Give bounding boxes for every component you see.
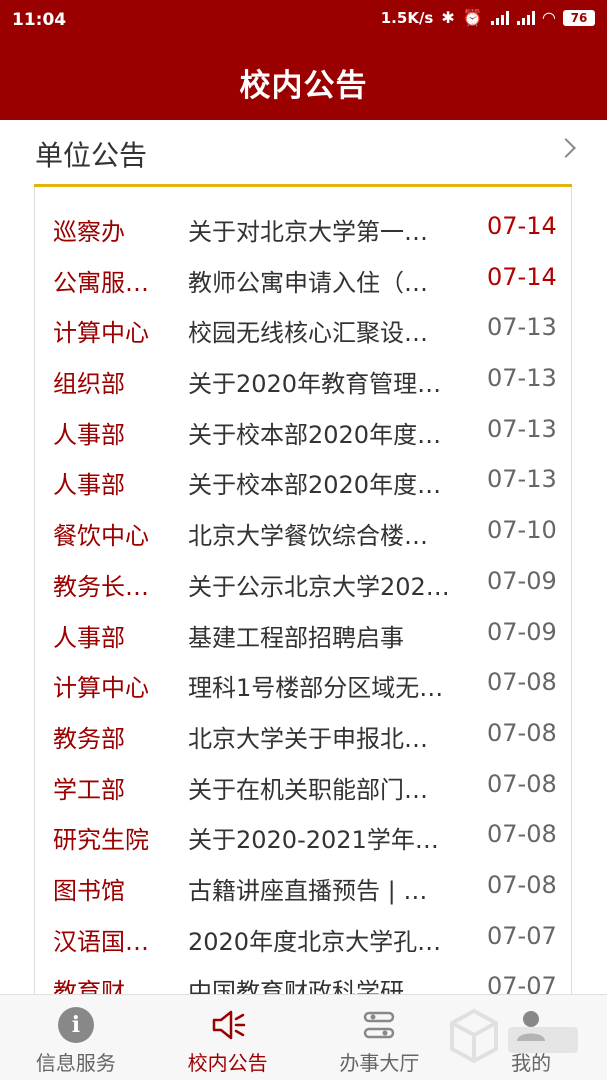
status-bar: 11:04 1.5K/s ✱ ⏰ ◠ 76 xyxy=(0,0,607,40)
announcement-title: 基建工程部招聘启事 xyxy=(188,623,404,652)
speaker-icon xyxy=(212,1010,245,1040)
section-header-unit-announcements[interactable]: 单位公告 xyxy=(0,120,607,186)
announcement-title: 关于对北京大学第一… xyxy=(188,218,428,246)
announcement-date: 07-08 xyxy=(487,769,557,798)
announcement-date: 07-09 xyxy=(487,617,557,646)
info-icon: i xyxy=(57,1007,94,1043)
announcement-dept: 研究生院 xyxy=(53,826,149,855)
announcement-title: 2020年度北京大学孔… xyxy=(188,927,442,956)
nav-service-hall[interactable]: 办事大厅 xyxy=(304,995,456,1080)
announcement-dept: 教务长… xyxy=(53,572,149,601)
network-speed: 1.5K/s xyxy=(380,9,434,27)
announcement-dept: 图书馆 xyxy=(53,876,125,905)
status-icons: 1.5K/s ✱ ⏰ ◠ 76 xyxy=(381,9,595,27)
announcement-title: 古籍讲座直播预告 | … xyxy=(188,876,428,905)
announcement-title: 北京大学餐饮综合楼… xyxy=(188,522,428,551)
announcement-date: 07-13 xyxy=(487,414,557,443)
announcement-row[interactable]: 人事部 基建工程部招聘启事 07-09 xyxy=(35,610,571,661)
announcement-row[interactable]: 计算中心 校园无线核心汇聚设… 07-13 xyxy=(35,305,571,356)
announcement-dept: 人事部 xyxy=(53,471,125,500)
announcement-row[interactable]: 图书馆 古籍讲座直播预告 | … 07-08 xyxy=(35,863,571,914)
announcement-row[interactable]: 研究生院 关于2020-2021学年… 07-08 xyxy=(35,812,571,863)
announcement-title: 北京大学关于申报北… xyxy=(188,724,428,753)
announcement-date: 07-10 xyxy=(487,516,557,545)
announcement-dept: 计算中心 xyxy=(53,319,149,348)
alarm-icon: ⏰ xyxy=(462,8,483,27)
nav-label: 办事大厅 xyxy=(339,1051,420,1075)
announcement-row[interactable]: 人事部 关于校本部2020年度… 07-13 xyxy=(35,457,571,508)
announcement-row[interactable]: 汉语国… 2020年度北京大学孔… 07-07 xyxy=(35,914,571,965)
section-title: 单位公告 xyxy=(35,139,148,172)
announcement-title: 理科1号楼部分区域无… xyxy=(188,674,444,703)
announcement-date: 07-08 xyxy=(487,718,557,747)
nav-info-services[interactable]: i 信息服务 xyxy=(0,995,152,1080)
announcement-title: 关于在机关职能部门… xyxy=(188,775,428,804)
announcement-title: 关于公示北京大学202… xyxy=(188,572,450,601)
battery-icon: 76 xyxy=(563,10,595,26)
announcement-title: 关于2020年教育管理… xyxy=(188,370,442,399)
announcement-title: 关于校本部2020年度… xyxy=(188,420,442,449)
announcement-date: 07-07 xyxy=(487,921,557,950)
announcement-dept: 教务部 xyxy=(53,724,125,753)
announcement-date: 07-13 xyxy=(487,465,557,494)
announcement-dept: 人事部 xyxy=(53,623,125,652)
page-title: 校内公告 xyxy=(239,68,368,104)
announcement-date: 07-13 xyxy=(487,313,557,342)
announcement-row[interactable]: 组织部 关于2020年教育管理… 07-13 xyxy=(35,356,571,407)
announcement-row[interactable]: 计算中心 理科1号楼部分区域无… 07-08 xyxy=(35,660,571,711)
announcement-row[interactable]: 教务部 北京大学关于申报北… 07-08 xyxy=(35,711,571,762)
nav-campus-announcements[interactable]: 校内公告 xyxy=(152,995,304,1080)
bluetooth-icon: ✱ xyxy=(441,8,455,27)
services-icon xyxy=(364,1011,395,1039)
app-header: 11:04 1.5K/s ✱ ⏰ ◠ 76 校内公告 xyxy=(0,0,607,120)
announcement-dept: 计算中心 xyxy=(53,674,149,703)
announcement-row[interactable]: 巡察办 关于对北京大学第一… 07-14 xyxy=(35,204,571,255)
announcement-date: 07-14 xyxy=(487,262,557,291)
announcement-row[interactable]: 学工部 关于在机关职能部门… 07-08 xyxy=(35,762,571,813)
announcement-row[interactable]: 公寓服… 教师公寓申请入住（… 07-14 xyxy=(35,255,571,306)
announcement-date: 07-08 xyxy=(487,820,557,849)
announcement-title: 关于校本部2020年度… xyxy=(188,471,442,500)
announcement-date: 07-08 xyxy=(487,668,557,697)
announcement-date: 07-09 xyxy=(487,566,557,595)
announcement-date: 07-14 xyxy=(487,212,557,240)
announcement-list-container: 巡察办 关于对北京大学第一… 07-14 公寓服… 教师公寓申请入住（… 07-14 计算中… xyxy=(34,187,572,1000)
announcement-date: 07-08 xyxy=(487,870,557,899)
announcement-dept: 汉语国… xyxy=(53,927,149,956)
announcement-list: 巡察办 关于对北京大学第一… 07-14 公寓服… 教师公寓申请入住（… 07-14 计算中… xyxy=(35,204,571,1000)
announcement-dept: 餐饮中心 xyxy=(53,522,149,551)
wifi-icon: ◠ xyxy=(542,8,555,27)
status-time: 11:04 xyxy=(12,10,67,30)
announcement-title: 校园无线核心汇聚设… xyxy=(188,319,428,348)
watermark-logo-icon xyxy=(450,1008,578,1064)
hd-signal-icon xyxy=(490,11,509,25)
announcement-title: 教师公寓申请入住（… xyxy=(188,268,428,297)
announcement-dept: 巡察办 xyxy=(53,218,125,246)
announcement-title: 关于2020-2021学年… xyxy=(188,826,439,855)
signal-icon xyxy=(516,11,535,25)
announcement-dept: 人事部 xyxy=(53,420,125,449)
announcement-dept: 学工部 xyxy=(53,775,125,804)
announcement-row[interactable]: 餐饮中心 北京大学餐饮综合楼… 07-10 xyxy=(35,508,571,559)
nav-label: 校内公告 xyxy=(187,1051,268,1075)
announcement-date: 07-13 xyxy=(487,364,557,393)
announcement-row[interactable]: 教务长… 关于公示北京大学202… 07-09 xyxy=(35,559,571,610)
announcement-dept: 公寓服… xyxy=(53,268,149,297)
announcement-row[interactable]: 人事部 关于校本部2020年度… 07-13 xyxy=(35,407,571,458)
announcement-dept: 组织部 xyxy=(53,370,125,399)
nav-label: 信息服务 xyxy=(35,1051,116,1075)
chevron-right-icon[interactable] xyxy=(556,138,576,158)
